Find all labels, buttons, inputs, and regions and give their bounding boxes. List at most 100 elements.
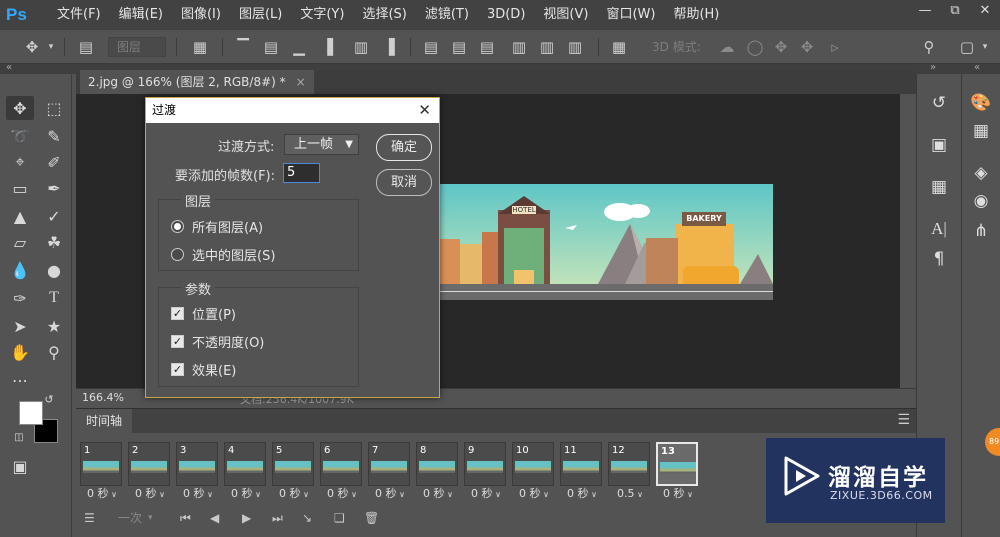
frame-thumbnail[interactable]: 4 <box>224 442 266 486</box>
distribute-left-icon[interactable]: ▥ <box>508 30 530 64</box>
default-colors-icon[interactable]: ◫ <box>12 430 26 444</box>
menu-type[interactable]: 文字(Y) <box>291 0 353 30</box>
menu-help[interactable]: 帮助(H) <box>664 0 728 30</box>
close-icon[interactable]: ✕ <box>970 0 1000 22</box>
next-frame-icon[interactable]: ⏭ <box>272 507 283 529</box>
timeline-frame[interactable]: 5 0 秒 ∨ <box>272 442 316 502</box>
search-icon[interactable]: ⚲ <box>918 30 940 64</box>
timeline-frame[interactable]: 9 0 秒 ∨ <box>464 442 508 502</box>
marquee-tool-icon[interactable]: ⬚ <box>40 96 68 120</box>
align-right-icon[interactable]: ▐ <box>378 30 400 64</box>
radio-all-layers[interactable]: 所有图层(A) <box>171 217 263 236</box>
frame-delay[interactable]: 0 秒 ∨ <box>176 486 220 502</box>
close-icon[interactable]: ✕ <box>418 98 431 123</box>
menu-3d[interactable]: 3D(D) <box>478 0 534 30</box>
panel-menu-icon[interactable]: ☰ <box>897 412 910 428</box>
3d-roll-icon[interactable]: ◯ <box>744 30 766 64</box>
frame-thumbnail[interactable]: 8 <box>416 442 458 486</box>
channels-icon[interactable]: ◉ <box>966 188 996 214</box>
distribute-vcenter-icon[interactable]: ▤ <box>448 30 470 64</box>
timeline-panel-icon[interactable]: ▦ <box>924 174 954 200</box>
frame-thumbnail[interactable]: 5 <box>272 442 314 486</box>
foreground-color-swatch[interactable] <box>19 401 43 425</box>
history-brush-tool-icon[interactable]: ✓ <box>40 204 68 228</box>
play-icon[interactable]: ▶ <box>242 507 251 529</box>
distribute-right-icon[interactable]: ▥ <box>564 30 586 64</box>
frame-thumbnail[interactable]: 9 <box>464 442 506 486</box>
frame-delay[interactable]: 0.5 ∨ <box>608 486 652 502</box>
duplicate-frame-icon[interactable]: ❏ <box>334 507 345 529</box>
menu-view[interactable]: 视图(V) <box>534 0 597 30</box>
timeline-frame[interactable]: 12 0.5 ∨ <box>608 442 652 502</box>
move-tool-icon[interactable]: ✥ <box>20 30 44 64</box>
swap-colors-icon[interactable]: ↺ <box>42 392 56 406</box>
color-palette-icon[interactable]: 🎨 <box>966 90 996 116</box>
radio-button[interactable] <box>171 220 184 233</box>
tab-close-icon[interactable]: × <box>296 70 306 94</box>
checkbox[interactable]: ✓ <box>171 363 184 376</box>
cancel-button[interactable]: 取消 <box>376 169 432 196</box>
frame-thumbnail[interactable]: 13 <box>656 442 698 486</box>
frames-to-add-input[interactable]: 5 <box>283 163 320 183</box>
auto-align-icon[interactable]: ▦ <box>608 30 630 64</box>
transform-controls-icon[interactable]: ▦ <box>188 30 212 64</box>
collapse-right-icon[interactable]: « <box>974 62 980 73</box>
distribute-hcenter-icon[interactable]: ▥ <box>536 30 558 64</box>
align-top-icon[interactable]: ▔ <box>232 30 254 64</box>
frame-thumbnail[interactable]: 12 <box>608 442 650 486</box>
timeline-frame[interactable]: 8 0 秒 ∨ <box>416 442 460 502</box>
timeline-frame[interactable]: 13 0 秒 ∨ <box>656 442 700 502</box>
move-tool-icon[interactable]: ✥ <box>6 96 34 120</box>
layers-icon[interactable]: ◈ <box>966 160 996 186</box>
frame-delay[interactable]: 0 秒 ∨ <box>224 486 268 502</box>
frame-thumbnail[interactable]: 2 <box>128 442 170 486</box>
frame-delay[interactable]: 0 秒 ∨ <box>656 486 700 502</box>
3d-slide-icon[interactable]: ✥ <box>796 30 818 64</box>
first-frame-icon[interactable]: ⏮ <box>180 507 191 529</box>
workspace-icon[interactable]: ▢ <box>956 30 978 64</box>
frame-thumbnail[interactable]: 1 <box>80 442 122 486</box>
lasso-tool-icon[interactable]: ➰ <box>6 124 34 148</box>
menu-filter[interactable]: 滤镜(T) <box>416 0 478 30</box>
zoom-tool-icon[interactable]: ⚲ <box>40 340 68 364</box>
chevron-down-icon[interactable]: ▾ <box>44 30 58 64</box>
3d-orbit-icon[interactable]: ☁ <box>716 30 738 64</box>
frame-thumbnail[interactable]: 11 <box>560 442 602 486</box>
tween-icon[interactable]: ↘ <box>302 507 312 529</box>
3d-pan-icon[interactable]: ✥ <box>770 30 792 64</box>
swatches-icon[interactable]: ▦ <box>966 118 996 144</box>
minimize-icon[interactable]: — <box>910 0 940 22</box>
radio-selected-layers[interactable]: 选中的图层(S) <box>171 245 275 264</box>
menu-file[interactable]: 文件(F) <box>48 0 110 30</box>
timeline-frame[interactable]: 6 0 秒 ∨ <box>320 442 364 502</box>
check-position[interactable]: ✓ 位置(P) <box>171 304 236 323</box>
frame-delay[interactable]: 0 秒 ∨ <box>320 486 364 502</box>
tween-with-select[interactable]: 上一帧 ▼ <box>284 134 359 155</box>
menu-window[interactable]: 窗口(W) <box>597 0 664 30</box>
radio-button[interactable] <box>171 248 184 261</box>
menu-image[interactable]: 图像(I) <box>172 0 230 30</box>
quick-select-tool-icon[interactable]: ✎ <box>40 124 68 148</box>
document-image[interactable]: HOTEL BAKERY <box>440 184 773 300</box>
frame-delay[interactable]: 0 秒 ∨ <box>368 486 412 502</box>
frame-delay[interactable]: 0 秒 ∨ <box>80 486 124 502</box>
timeline-tab[interactable]: 时间轴 <box>76 409 133 433</box>
frame-thumbnail[interactable]: 6 <box>320 442 362 486</box>
eraser-tool-icon[interactable]: ▱ <box>6 230 34 254</box>
blur-tool-icon[interactable]: 💧 <box>6 258 34 282</box>
frame-delay[interactable]: 0 秒 ∨ <box>464 486 508 502</box>
quick-mask-icon[interactable]: ▣ <box>6 454 34 478</box>
history-icon[interactable]: ↺ <box>924 90 954 116</box>
align-hcenter-icon[interactable]: ▥ <box>350 30 372 64</box>
checkbox[interactable]: ✓ <box>171 335 184 348</box>
distribute-top-icon[interactable]: ▤ <box>420 30 442 64</box>
loop-dropdown[interactable]: 一次 <box>118 507 142 529</box>
frame-delay[interactable]: 0 秒 ∨ <box>128 486 172 502</box>
frame-delay[interactable]: 0 秒 ∨ <box>560 486 604 502</box>
timeline-frame[interactable]: 4 0 秒 ∨ <box>224 442 268 502</box>
convert-timeline-icon[interactable]: ☰ <box>84 507 95 529</box>
distribute-bottom-icon[interactable]: ▤ <box>476 30 498 64</box>
frame-thumbnail[interactable]: 10 <box>512 442 554 486</box>
align-left-icon[interactable]: ▌ <box>322 30 344 64</box>
restore-icon[interactable]: ⧉ <box>940 0 970 22</box>
